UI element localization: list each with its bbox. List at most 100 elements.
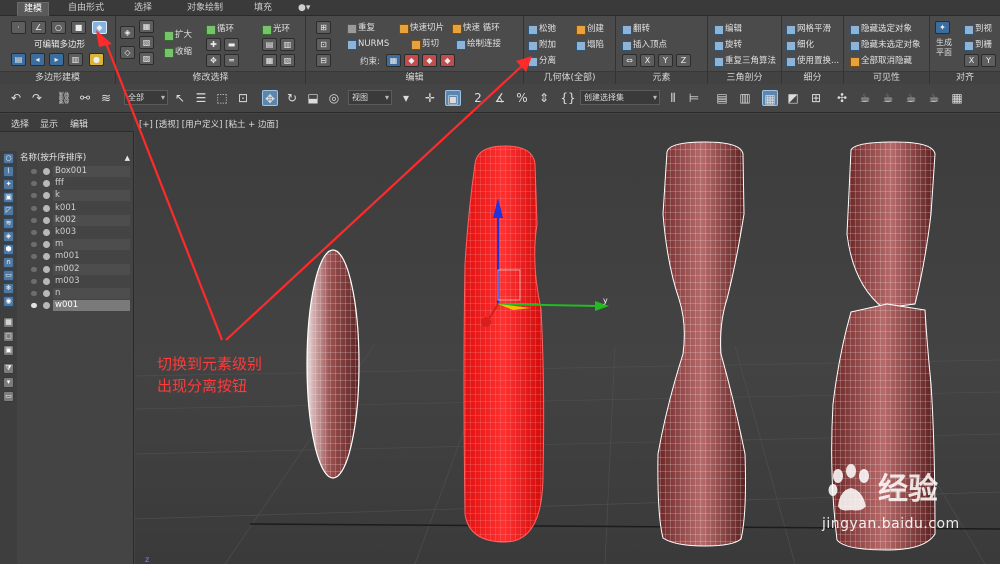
viewport-label-menu[interactable]: [+] [透视] [用户定义] [粘土 + 边面] xyxy=(139,118,278,130)
visibility-eye-icon[interactable] xyxy=(31,254,37,260)
visibility-eye-icon[interactable] xyxy=(31,181,37,187)
redo-icon[interactable]: ↷ xyxy=(29,90,45,106)
tab-freeform[interactable]: 自由形式 xyxy=(62,2,110,16)
tab-populate[interactable]: 填充 xyxy=(248,2,278,16)
place-icon[interactable]: ◎ xyxy=(326,90,342,106)
object-list-item[interactable]: k001 xyxy=(18,203,130,214)
filter-spacewarps-icon[interactable]: ≋ xyxy=(3,218,14,229)
next-modifier-icon[interactable]: ▸ xyxy=(49,53,64,66)
visibility-eye-icon[interactable] xyxy=(31,266,37,272)
loop-button[interactable]: 循环 xyxy=(206,22,234,36)
filter-toggle-icon[interactable]: ⧩ xyxy=(3,363,14,374)
object-list-item[interactable]: m003 xyxy=(18,276,130,287)
filter-hidden-icon[interactable]: ◉ xyxy=(3,296,14,307)
object-list-item[interactable]: k xyxy=(18,190,130,202)
select-ring-icon[interactable]: ▦ xyxy=(139,20,154,33)
render-in-cloud-icon[interactable]: ▦ xyxy=(949,90,965,106)
tab-menu-icon[interactable]: ●▾ xyxy=(292,2,316,16)
border-icon[interactable]: ○ xyxy=(51,21,66,34)
object-list-item[interactable]: w001 xyxy=(18,300,130,312)
object-list-item[interactable]: m002 xyxy=(18,263,130,275)
make-planar-button[interactable]: 生成平面 xyxy=(933,38,955,58)
render-iterative-icon[interactable]: ☕ xyxy=(926,90,942,106)
filter-helpers-icon[interactable]: ◸ xyxy=(3,205,14,216)
constraint-none-icon[interactable]: ▦ xyxy=(386,54,401,67)
filter-frozen-icon[interactable]: ❄ xyxy=(3,283,14,294)
filter-xrefs-icon[interactable]: ⬢ xyxy=(3,244,14,255)
show-end-result-icon[interactable]: ● xyxy=(89,53,104,66)
create-button[interactable]: 创建 xyxy=(576,22,604,36)
grow-loop-icon[interactable]: ◈ xyxy=(120,26,135,39)
rect-selection-icon[interactable]: ⬚ xyxy=(214,90,230,106)
object-list-item[interactable]: fff xyxy=(18,178,130,189)
loop-shrink-icon[interactable]: ▬ xyxy=(224,38,239,51)
grow-button[interactable]: 扩大 xyxy=(164,28,192,42)
filter-shapes-icon[interactable]: ⌇ xyxy=(3,166,14,177)
explorer-menu-select[interactable]: 选择 xyxy=(11,117,29,130)
make-planar-icon[interactable]: ✦ xyxy=(935,21,950,34)
tab-object-paint[interactable]: 对象绘制 xyxy=(181,2,229,16)
edge-icon[interactable]: ∠ xyxy=(31,21,46,34)
repeat-button[interactable]: 重复 xyxy=(347,21,375,35)
unlink-icon[interactable]: ⚯ xyxy=(77,90,93,106)
filter-containers-icon[interactable]: ▭ xyxy=(3,270,14,281)
tessellate-button[interactable]: 细化 xyxy=(786,38,814,52)
window-crossing-icon[interactable]: ⊡ xyxy=(235,90,251,106)
ring-mode2-icon[interactable]: ▧ xyxy=(280,54,295,67)
loop-mode2-icon[interactable]: ═ xyxy=(224,54,239,67)
insert-vertex-button[interactable]: 插入顶点 xyxy=(622,38,667,52)
visibility-eye-icon[interactable] xyxy=(31,303,37,309)
visibility-eye-icon[interactable] xyxy=(31,205,37,211)
visibility-eye-icon[interactable] xyxy=(31,217,37,223)
filter-lights-icon[interactable]: ✦ xyxy=(3,179,14,190)
axis-z-button[interactable]: Z xyxy=(676,54,691,67)
explorer-menu-edit[interactable]: 编辑 xyxy=(70,117,88,130)
find-icon[interactable]: ▾ xyxy=(3,377,14,388)
visibility-eye-icon[interactable] xyxy=(31,230,37,235)
shrink-button[interactable]: 收缩 xyxy=(164,45,192,59)
snap-2d-icon[interactable]: 2 xyxy=(470,90,486,106)
scene-explorer-icon[interactable]: ▦ xyxy=(762,90,778,106)
collapse-stack-icon[interactable]: ▥ xyxy=(68,53,83,66)
ring-shrink-icon[interactable]: ▥ xyxy=(280,38,295,51)
constraint-normal-icon[interactable]: ◆ xyxy=(440,54,455,67)
polygon-icon[interactable]: ■ xyxy=(71,21,86,34)
constraint-face-icon[interactable]: ◆ xyxy=(422,54,437,67)
unhide-all-button[interactable]: 全部取消隐藏 xyxy=(850,54,912,68)
explorer-menu-display[interactable]: 显示 xyxy=(40,117,58,130)
axis-y-button[interactable]: Y xyxy=(658,54,673,67)
align-x-button[interactable]: X xyxy=(964,54,979,67)
object-list-item[interactable]: k003 xyxy=(18,227,130,238)
undo-icon[interactable]: ↶ xyxy=(8,90,24,106)
select-by-icon[interactable]: ▨ xyxy=(139,52,154,65)
manipulate-icon[interactable]: ✛ xyxy=(422,90,438,106)
object-list-item[interactable]: m xyxy=(18,239,130,251)
layer-explorer-icon[interactable]: ▤ xyxy=(714,90,730,106)
select-rotate-icon[interactable]: ↻ xyxy=(284,90,300,106)
spinner-snap-icon[interactable]: ⇕ xyxy=(536,90,552,106)
select-loop-icon[interactable]: ▧ xyxy=(139,36,154,49)
retriangulate-button[interactable]: 重复三角算法 xyxy=(714,54,776,68)
loop-mode-icon[interactable]: ✥ xyxy=(206,54,221,67)
paint-connect-button[interactable]: 绘制连接 xyxy=(456,37,501,51)
align-icon[interactable]: ⇔ xyxy=(622,54,637,67)
display-none-icon[interactable]: ▢ xyxy=(3,331,14,342)
previous-modifier-icon[interactable]: ◂ xyxy=(30,53,45,66)
ring-grow-icon[interactable]: ▤ xyxy=(262,38,277,51)
ring-mode-icon[interactable]: ▦ xyxy=(262,54,277,67)
angle-snap-icon[interactable]: ∡ xyxy=(492,90,508,106)
constraint-edge-icon[interactable]: ◆ xyxy=(404,54,419,67)
to-view-button[interactable]: 到视 xyxy=(964,22,992,36)
visibility-eye-icon[interactable] xyxy=(31,169,37,174)
align-tool-icon[interactable]: ⊨ xyxy=(686,90,702,106)
element-icon[interactable]: ◆ xyxy=(92,21,107,34)
filter-bones-icon[interactable]: ∩ xyxy=(3,257,14,268)
preserve-uv-icon[interactable]: ⊞ xyxy=(316,21,331,34)
flip-button[interactable]: 翻转 xyxy=(622,22,650,36)
filter-groups-icon[interactable]: ◈ xyxy=(3,231,14,242)
cut-button[interactable]: 剪切 xyxy=(411,37,439,51)
quickslice-button[interactable]: 快速切片 xyxy=(399,21,444,35)
relax-button[interactable]: 松弛 xyxy=(528,22,556,36)
schematic-view-icon[interactable]: ⊞ xyxy=(808,90,824,106)
tab-selection[interactable]: 选择 xyxy=(128,2,158,16)
